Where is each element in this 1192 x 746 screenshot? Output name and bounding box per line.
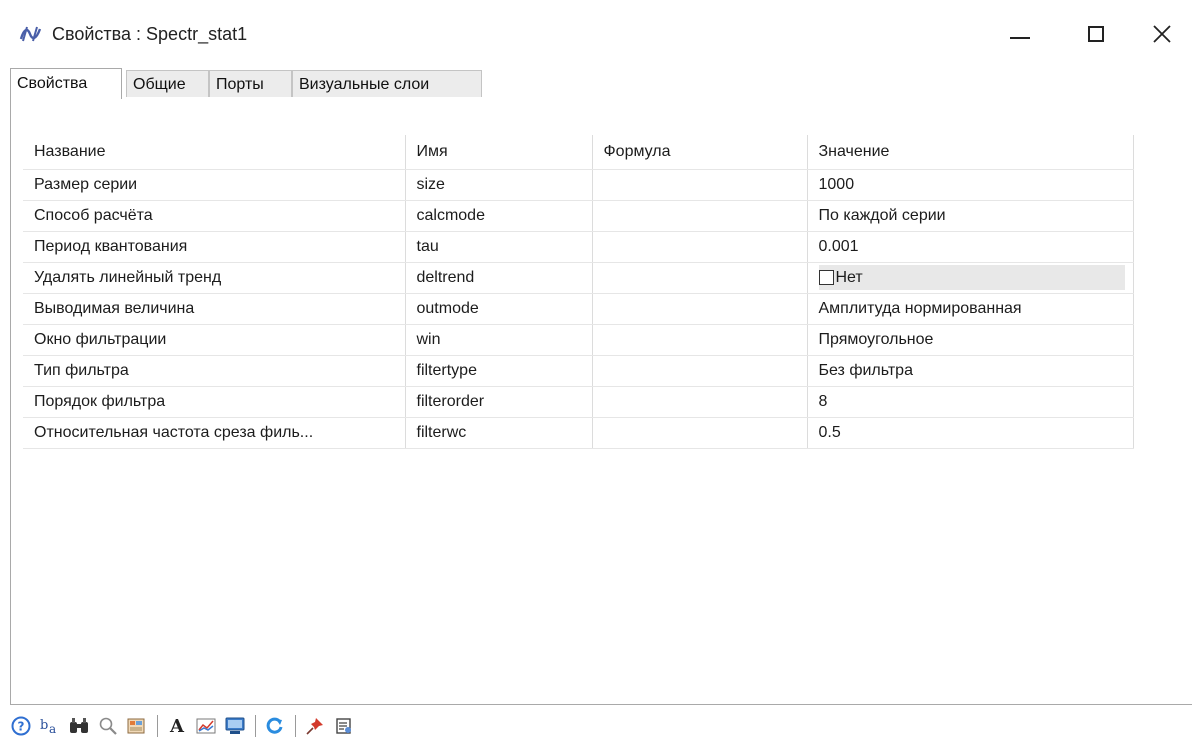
refresh-icon: [266, 717, 283, 734]
table-row[interactable]: Окно фильтрации win Прямоугольное: [23, 324, 1134, 356]
table-row[interactable]: Тип фильтра filtertype Без фильтра: [23, 355, 1134, 387]
font-icon: A: [170, 715, 184, 737]
property-id: size: [405, 169, 593, 201]
table-row[interactable]: Размер серии size 1000: [23, 169, 1134, 201]
properties-icon: [336, 718, 351, 734]
header-value: Значение: [807, 135, 1134, 170]
sort-alpha-icon: b a: [40, 718, 56, 736]
property-value[interactable]: 0.5: [807, 417, 1134, 449]
property-name: Удалять линейный тренд: [23, 262, 406, 294]
property-formula[interactable]: [592, 169, 808, 201]
tab-properties[interactable]: Свойства: [10, 68, 122, 99]
refresh-button[interactable]: [264, 715, 286, 737]
deltrend-toggle[interactable]: Нет: [818, 265, 1125, 290]
help-button[interactable]: ?: [10, 715, 32, 737]
property-name: Размер серии: [23, 169, 406, 201]
zoom-icon: [99, 717, 117, 735]
property-value[interactable]: Амплитуда нормированная: [807, 293, 1134, 325]
properties-button[interactable]: [333, 715, 355, 737]
pin-button[interactable]: [304, 715, 326, 737]
property-value[interactable]: Нет: [807, 262, 1134, 294]
title-bar: Свойства : Spectr_stat1: [0, 0, 1192, 68]
app-icon: [19, 26, 42, 42]
find-button[interactable]: [68, 715, 90, 737]
property-id: filtertype: [405, 355, 593, 387]
property-formula[interactable]: [592, 386, 808, 418]
property-value[interactable]: 8: [807, 386, 1134, 418]
font-button[interactable]: A: [166, 715, 188, 737]
property-name: Окно фильтрации: [23, 324, 406, 356]
maximize-button[interactable]: [1066, 14, 1126, 54]
toolbar-separator: [157, 715, 158, 737]
property-formula[interactable]: [592, 417, 808, 449]
property-name: Способ расчёта: [23, 200, 406, 232]
table-row[interactable]: Способ расчёта calcmode По каждой серии: [23, 200, 1134, 232]
help-icon: ?: [11, 716, 31, 736]
maximize-icon: [1088, 26, 1104, 42]
window-title: Свойства : Spectr_stat1: [52, 24, 248, 44]
property-name: Относительная частота среза филь...: [23, 417, 406, 449]
properties-panel: Название Имя Формула Значение Размер сер…: [10, 98, 1192, 705]
property-value[interactable]: Прямоугольное: [807, 324, 1134, 356]
table-row[interactable]: Относительная частота среза филь... filt…: [23, 417, 1134, 449]
table-row[interactable]: Порядок фильтра filterorder 8: [23, 386, 1134, 418]
close-icon: [1153, 25, 1171, 43]
header-id: Имя: [405, 135, 593, 170]
property-formula[interactable]: [592, 293, 808, 325]
property-name: Тип фильтра: [23, 355, 406, 387]
table-row[interactable]: Удалять линейный тренд deltrend Нет: [23, 262, 1134, 294]
tab-bar: Свойства Общие Порты Визуальные слои: [10, 68, 1192, 99]
property-value[interactable]: 0.001: [807, 231, 1134, 263]
chart-button[interactable]: [195, 715, 217, 737]
property-id: calcmode: [405, 200, 593, 232]
binoculars-icon: [70, 718, 88, 733]
toolbar-separator: [255, 715, 256, 737]
property-formula[interactable]: [592, 200, 808, 232]
table-header-row: Название Имя Формула Значение: [23, 135, 1134, 170]
properties-table: Название Имя Формула Значение Размер сер…: [23, 135, 1134, 449]
header-formula: Формула: [592, 135, 808, 170]
toolbar-separator: [295, 715, 296, 737]
monitor-button[interactable]: [224, 715, 246, 737]
property-value[interactable]: По каждой серии: [807, 200, 1134, 232]
monitor-icon: [225, 717, 245, 734]
property-name: Выводимая величина: [23, 293, 406, 325]
property-name: Период квантования: [23, 231, 406, 263]
table-row[interactable]: Период квантования tau 0.001: [23, 231, 1134, 263]
property-value[interactable]: 1000: [807, 169, 1134, 201]
header-name: Название: [23, 135, 406, 170]
tab-visual-layers[interactable]: Визуальные слои: [292, 70, 482, 97]
minimize-icon: [1010, 37, 1030, 39]
property-id: deltrend: [405, 262, 593, 294]
zoom-button[interactable]: [97, 715, 119, 737]
palette-icon: [127, 718, 145, 734]
bottom-toolbar: ? b a A: [10, 706, 1192, 746]
property-id: filterorder: [405, 386, 593, 418]
pin-icon: [306, 718, 323, 735]
chart-icon: [196, 718, 216, 734]
property-name: Порядок фильтра: [23, 386, 406, 418]
svg-text:a: a: [49, 722, 56, 736]
palette-button[interactable]: [126, 715, 148, 737]
minimize-button[interactable]: [990, 14, 1050, 54]
property-value[interactable]: Без фильтра: [807, 355, 1134, 387]
checkbox-label: Нет: [835, 268, 863, 286]
checkbox[interactable]: [818, 270, 834, 285]
svg-text:b: b: [40, 718, 48, 733]
close-button[interactable]: [1132, 14, 1192, 54]
sort-alpha-button[interactable]: b a: [39, 715, 61, 737]
svg-text:?: ?: [18, 720, 25, 734]
property-formula[interactable]: [592, 324, 808, 356]
tab-general[interactable]: Общие: [126, 70, 209, 97]
properties-window: Свойства : Spectr_stat1 Свойства Общие П…: [0, 0, 1192, 746]
property-formula[interactable]: [592, 231, 808, 263]
property-id: win: [405, 324, 593, 356]
property-id: filterwc: [405, 417, 593, 449]
tab-ports[interactable]: Порты: [209, 70, 292, 97]
property-formula[interactable]: [592, 262, 808, 294]
property-formula[interactable]: [592, 355, 808, 387]
table-row[interactable]: Выводимая величина outmode Амплитуда нор…: [23, 293, 1134, 325]
property-id: outmode: [405, 293, 593, 325]
property-id: tau: [405, 231, 593, 263]
